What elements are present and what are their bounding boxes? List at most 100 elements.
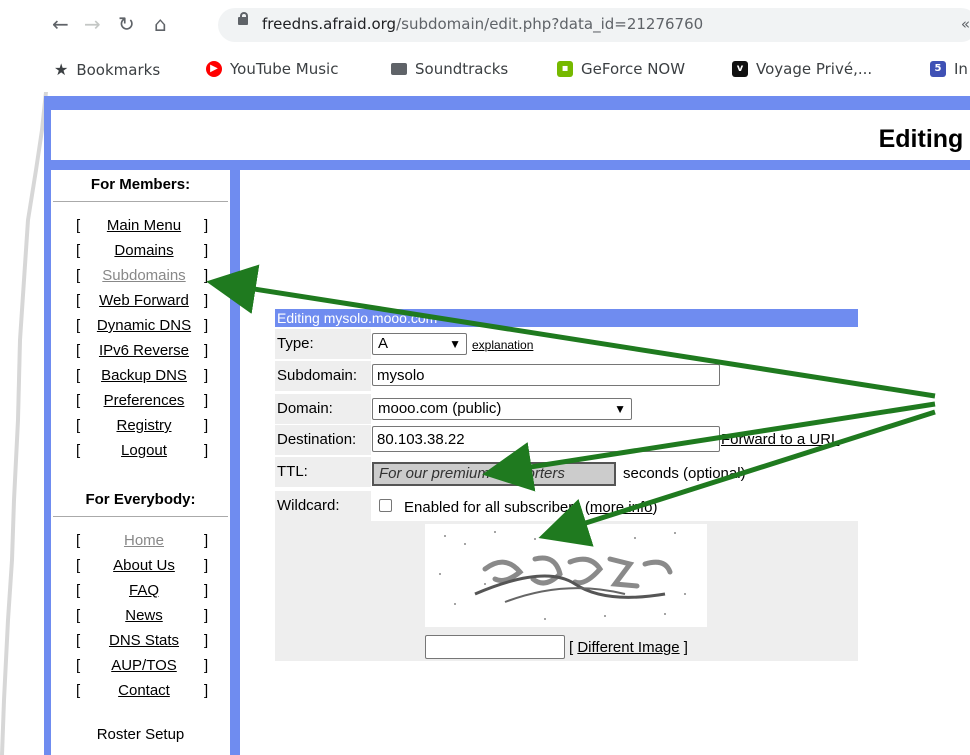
bracket: [ [76,557,81,574]
sidebar-link[interactable]: Contact [84,682,204,699]
bracket: ] [204,392,209,409]
html5-icon: 5 [930,61,946,77]
bookmark-youtube-music[interactable]: ▶ YouTube Music [206,60,338,78]
sidebar-link[interactable]: Dynamic DNS [84,317,204,334]
sidebar-item-logout[interactable]: [Logout] [51,439,230,464]
sidebar-item-news[interactable]: [News] [51,604,230,629]
sidebar-item-dns-stats[interactable]: [DNS Stats] [51,629,230,654]
sidebar-item-backup-dns[interactable]: [Backup DNS] [51,364,230,389]
sidebar-link[interactable]: Domains [84,242,204,259]
explanation-link[interactable]: explanation [472,338,533,352]
bookmark-voyage-prive[interactable]: v Voyage Privé,... [732,60,872,78]
sidebar-link[interactable]: Home [84,532,204,549]
home-icon[interactable]: ⌂ [154,12,167,36]
sidebar-link[interactable]: FAQ [84,582,204,599]
different-image-link[interactable]: Different Image [577,639,679,656]
sidebar-item-ipv6-reverse[interactable]: [IPv6 Reverse] [51,339,230,364]
destination-label: Destination: [275,425,371,455]
bracket: ] [204,417,209,434]
sidebar-link[interactable]: Backup DNS [84,367,204,384]
bracket: [ [76,392,81,409]
voyage-prive-icon: v [732,61,748,77]
bracket: ] [204,632,209,649]
cut-off-text: Roster Setup [96,726,185,743]
captcha-area: [ Different Image ] [275,521,858,661]
bookmark-bookmarks[interactable]: ★ Bookmarks [54,60,160,79]
sidebar-item-domains[interactable]: [Domains] [51,239,230,264]
sidebar-item-home[interactable]: [Home] [51,529,230,554]
captcha-input[interactable] [425,635,565,659]
bracket: ] [204,557,209,574]
sidebar-link[interactable]: Preferences [84,392,204,409]
geforce-now-icon: ▪ [557,61,573,77]
bracket: ] [204,532,209,549]
share-icon[interactable]: « [961,15,970,33]
bookmark-soundtracks[interactable]: Soundtracks [391,60,508,78]
sidebar-link[interactable]: AUP/TOS [84,657,204,674]
captcha-image [425,524,707,627]
bracket: [ [76,417,81,434]
type-select[interactable]: A ▼ [372,333,467,355]
folder-icon [391,63,407,75]
sidebar-item-preferences[interactable]: [Preferences] [51,389,230,414]
page-title: Editing r [878,125,970,153]
sidebar-link[interactable]: Main Menu [84,217,204,234]
domain-label: Domain: [275,394,371,424]
address-bar[interactable]: freedns.afraid.org/subdomain/edit.php?da… [218,8,970,42]
wildcard-label: Wildcard: [275,491,371,521]
row-destination: Destination: Forward to a URL [275,425,858,455]
sidebar-link[interactable]: IPv6 Reverse [84,342,204,359]
bracket: [ [76,582,81,599]
bracket: [ [76,682,81,699]
sidebar-item-dynamic-dns[interactable]: [Dynamic DNS] [51,314,230,339]
sidebar-item-aup-tos[interactable]: [AUP/TOS] [51,654,230,679]
bracket: [ [76,267,81,284]
forward-to-url-link[interactable]: Forward to a URL [721,431,839,448]
url-text[interactable]: freedns.afraid.org/subdomain/edit.php?da… [262,15,703,33]
bracket: ] [204,267,209,284]
sidebar-link[interactable]: Subdomains [84,267,204,284]
bracket: ] [204,317,209,334]
sidebar-link[interactable]: DNS Stats [84,632,204,649]
bookmark-label: Bookmarks [76,60,161,79]
subdomain-input[interactable] [372,364,720,386]
bracket: [ [76,242,81,259]
bracket: ] [204,242,209,259]
bracket: ] [683,639,688,656]
page-header: Editing r [51,110,970,160]
bookmark-in[interactable]: 5 In [930,60,968,78]
bookmarks-bar: ★ Bookmarks ▶ YouTube Music Soundtracks … [0,56,970,86]
lock-icon[interactable] [238,12,248,25]
sidebar-item-web-forward[interactable]: [Web Forward] [51,289,230,314]
sidebar-item-subdomains[interactable]: [Subdomains] [51,264,230,289]
bracket: [ [76,292,81,309]
forward-icon[interactable]: → [84,12,101,36]
bracket: ] [204,582,209,599]
sidebar-item-main-menu[interactable]: [Main Menu] [51,214,230,239]
bookmark-label: YouTube Music [230,60,339,78]
reload-icon[interactable]: ↻ [118,12,135,36]
domain-select[interactable]: mooo.com (public) ▼ [372,398,632,420]
row-ttl: TTL: For our premium supporters seconds … [275,457,858,487]
sidebar-link[interactable]: Web Forward [84,292,204,309]
ttl-input: For our premium supporters [372,462,616,486]
sidebar-link[interactable]: Registry [84,417,204,434]
bracket: [ [76,607,81,624]
youtube-music-icon: ▶ [206,61,222,77]
bracket: ] [204,442,209,459]
sidebar-item-faq[interactable]: [FAQ] [51,579,230,604]
sidebar-item-registry[interactable]: [Registry] [51,414,230,439]
sidebar-item-about-us[interactable]: [About Us] [51,554,230,579]
sidebar-link[interactable]: About Us [84,557,204,574]
sidebar-link[interactable]: News [84,607,204,624]
wildcard-close-paren: ) [652,499,658,516]
sidebar-link[interactable]: Logout [84,442,204,459]
bracket: ] [204,657,209,674]
destination-input[interactable] [372,426,720,452]
type-label: Type: [275,329,371,359]
bookmark-geforce-now[interactable]: ▪ GeForce NOW [557,60,685,78]
bracket: [ [76,342,81,359]
sidebar-item-contact[interactable]: [Contact] [51,679,230,704]
wildcard-checkbox[interactable] [379,499,392,512]
more-info-link[interactable]: more info [590,499,653,516]
